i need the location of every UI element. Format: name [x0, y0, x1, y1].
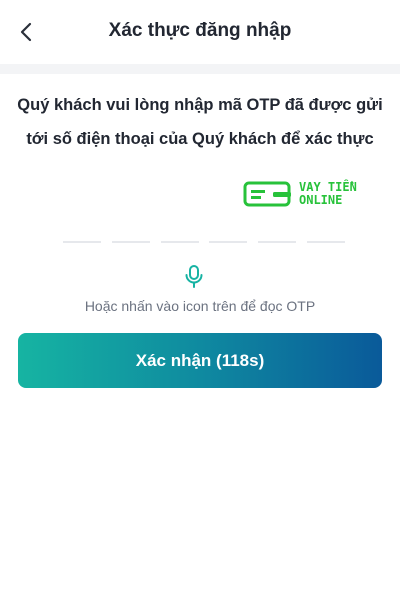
voice-input-button[interactable] [181, 263, 207, 291]
header-bar: Xác thực đăng nhập [0, 0, 400, 64]
otp-slot-5[interactable] [258, 241, 297, 243]
instruction-line-2: tới số điện thoại của Quý khách để xác t… [26, 130, 374, 148]
confirm-button-label: Xác nhận (118s) [135, 350, 265, 370]
otp-slot-2[interactable] [111, 241, 150, 243]
watermark-logo: VAY TIỀN ONLINE [243, 180, 357, 208]
section-divider [0, 64, 400, 74]
watermark-text: VAY TIỀN ONLINE [299, 181, 357, 207]
otp-slot-6[interactable] [306, 241, 345, 243]
wallet-icon [243, 181, 291, 207]
otp-input-group[interactable] [63, 241, 345, 245]
voice-hint: Hoặc nhấn vào icon trên để đọc OTP [84, 298, 316, 314]
otp-instruction: Quý khách vui lòng nhập mã OTP đã được g… [14, 88, 386, 156]
page-title: Xác thực đăng nhập [108, 20, 292, 41]
instruction-line-1: Quý khách vui lòng nhập mã OTP đã được g… [17, 96, 383, 114]
watermark-line-2: ONLINE [299, 193, 343, 207]
microphone-icon [185, 265, 203, 288]
otp-slot-3[interactable] [160, 241, 199, 243]
otp-slot-1[interactable] [63, 241, 101, 243]
otp-slot-4[interactable] [209, 241, 248, 243]
confirm-button[interactable]: Xác nhận (118s) [18, 333, 382, 388]
